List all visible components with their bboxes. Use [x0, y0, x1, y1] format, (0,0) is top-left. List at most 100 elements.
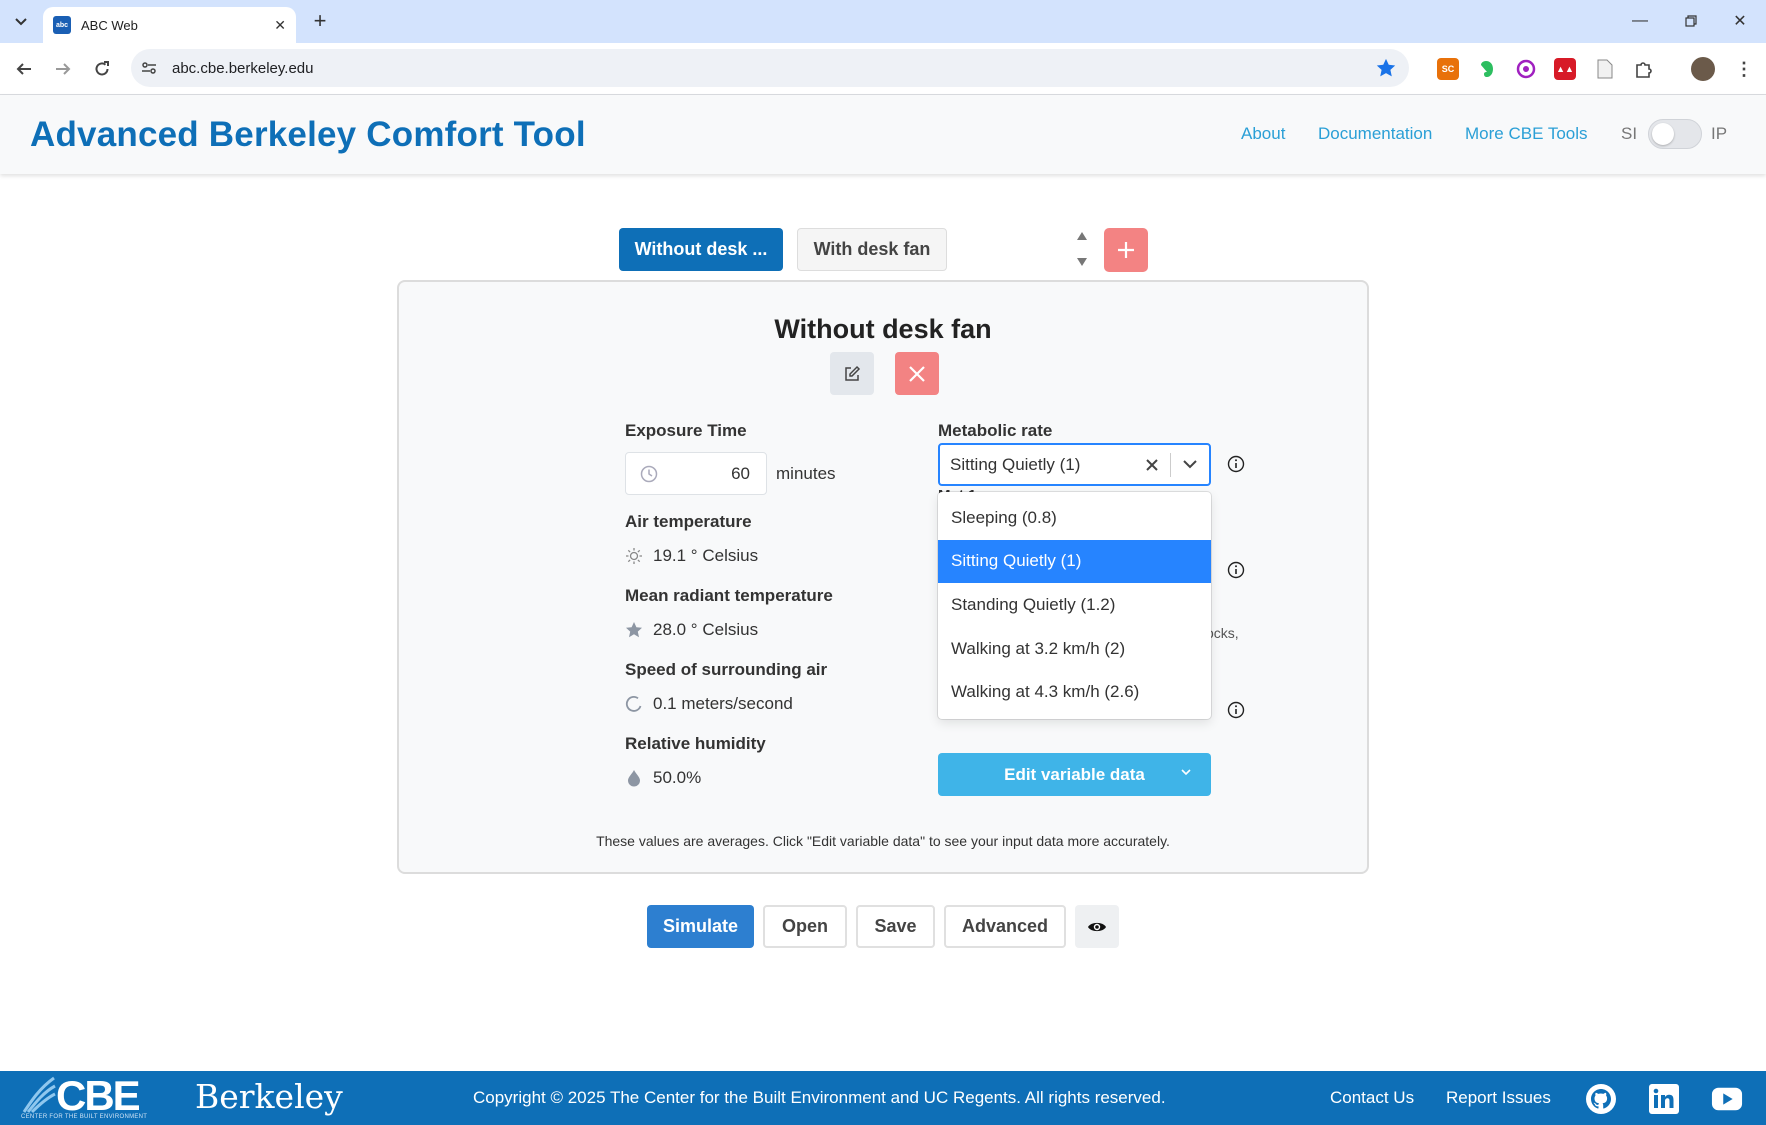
tab-close-icon[interactable]: ✕ — [274, 17, 286, 34]
plus-icon — [1118, 242, 1134, 258]
mean-radiant-temperature-value: 28.0 ° Celsius — [653, 620, 759, 639]
profile-avatar[interactable] — [1691, 57, 1715, 81]
save-button[interactable]: Save — [856, 905, 935, 948]
browser-tab[interactable]: abc ABC Web ✕ — [43, 7, 296, 43]
address-bar[interactable]: abc.cbe.berkeley.edu — [131, 49, 1409, 87]
scroll-up-icon[interactable] — [1076, 231, 1088, 241]
cbe-logo-text: CBE — [56, 1072, 141, 1119]
tab-title: ABC Web — [81, 17, 138, 33]
site-settings-icon[interactable] — [139, 58, 159, 78]
menu-option-sitting-quietly[interactable]: Sitting Quietly (1) — [938, 539, 1211, 584]
info-icon[interactable] — [1227, 455, 1245, 473]
forward-button[interactable] — [49, 55, 77, 83]
extensions-puzzle-icon[interactable] — [1633, 58, 1655, 80]
chevron-down-icon[interactable] — [1171, 445, 1209, 484]
toggle-view-button[interactable] — [1075, 905, 1119, 948]
air-temperature-field: 19.1 ° Celsius — [625, 546, 758, 566]
clear-selection-icon[interactable] — [1134, 445, 1170, 484]
extension-red-icon[interactable]: ▲▲ — [1554, 58, 1576, 80]
close-icon — [909, 365, 925, 382]
browser-toolbar: abc.cbe.berkeley.edu SC ▲▲ ⋮ — [0, 43, 1766, 95]
reload-icon — [95, 61, 109, 76]
sun-icon — [625, 547, 643, 565]
close-window-button[interactable]: ✕ — [1725, 8, 1755, 34]
cbe-logo[interactable]: CBE CENTER FOR THE BUILT ENVIRONMENT — [20, 1072, 155, 1122]
nav-more-cbe-tools[interactable]: More CBE Tools — [1465, 124, 1588, 144]
mean-radiant-temperature-field: 28.0 ° Celsius — [625, 620, 758, 640]
extension-doc-icon[interactable] — [1594, 58, 1616, 80]
linkedin-icon[interactable] — [1648, 1083, 1680, 1115]
averages-note: These values are averages. Click "Edit v… — [596, 833, 1170, 849]
edit-variable-data-label: Edit variable data — [1004, 764, 1145, 784]
chevron-down-icon — [15, 18, 27, 26]
scenario-tab-with-desk-fan[interactable]: With desk fan — [797, 228, 947, 271]
restore-button[interactable] — [1676, 8, 1706, 34]
extension-purple-icon[interactable] — [1515, 58, 1537, 80]
metabolic-rate-dropdown-menu: Sleeping (0.8) Sitting Quietly (1) Stand… — [938, 492, 1211, 719]
eye-icon — [1088, 922, 1106, 931]
scenario-tab-without-desk-fan[interactable]: Without desk ... — [619, 228, 783, 271]
open-button[interactable]: Open — [763, 905, 847, 948]
edit-scenario-button[interactable] — [830, 352, 874, 395]
advanced-button[interactable]: Advanced — [944, 905, 1066, 948]
exposure-time-value[interactable]: 60 — [658, 464, 750, 484]
mean-radiant-temperature-label: Mean radiant temperature — [625, 586, 833, 605]
menu-option-walking-3-2[interactable]: Walking at 3.2 km/h (2) — [938, 627, 1211, 671]
reload-button[interactable] — [88, 55, 116, 83]
scroll-down-icon[interactable] — [1076, 257, 1088, 267]
star-fill-icon — [625, 621, 643, 639]
arrow-left-icon — [16, 63, 31, 75]
extension-sc-icon[interactable]: SC — [1437, 58, 1459, 80]
extension-evernote-icon[interactable] — [1476, 58, 1498, 80]
app-header: Advanced Berkeley Comfort Tool About Doc… — [0, 95, 1766, 174]
clock-icon — [640, 465, 658, 482]
browser-menu-icon[interactable]: ⋮ — [1733, 58, 1755, 80]
app-title[interactable]: Advanced Berkeley Comfort Tool — [30, 115, 586, 155]
report-issues-link[interactable]: Report Issues — [1446, 1088, 1551, 1108]
edit-variable-data-button[interactable]: Edit variable data — [938, 753, 1211, 796]
add-scenario-button[interactable] — [1104, 228, 1148, 272]
menu-option-walking-4-3[interactable]: Walking at 4.3 km/h (2.6) — [938, 670, 1211, 714]
air-speed-label: Speed of surrounding air — [625, 660, 828, 679]
back-button[interactable] — [10, 55, 38, 83]
pencil-icon — [845, 365, 861, 381]
youtube-icon[interactable] — [1711, 1083, 1743, 1115]
berkeley-logo[interactable]: Berkeley — [195, 1077, 343, 1116]
github-icon[interactable] — [1585, 1083, 1617, 1115]
relative-humidity-label: Relative humidity — [625, 734, 766, 753]
exposure-time-input[interactable]: 60 — [625, 452, 767, 495]
tab-search-button[interactable] — [8, 9, 34, 35]
cbe-logo-subtitle: CENTER FOR THE BUILT ENVIRONMENT — [21, 1114, 148, 1120]
bookmark-star-icon[interactable] — [1375, 57, 1397, 79]
unit-toggle[interactable] — [1648, 119, 1702, 149]
arrow-right-icon — [56, 63, 71, 75]
minimize-button[interactable]: — — [1625, 8, 1655, 34]
air-temperature-value: 19.1 ° Celsius — [653, 546, 759, 565]
contact-us-link[interactable]: Contact Us — [1330, 1088, 1414, 1108]
exposure-unit: minutes — [776, 464, 836, 483]
scenario-title: Without desk fan — [774, 314, 992, 344]
nav-about[interactable]: About — [1241, 124, 1285, 144]
info-icon[interactable] — [1227, 561, 1245, 579]
toggle-knob — [1652, 123, 1674, 145]
menu-option-standing-quietly[interactable]: Standing Quietly (1.2) — [938, 583, 1211, 627]
relative-humidity-value: 50.0% — [653, 768, 702, 787]
metabolic-rate-label: Metabolic rate — [938, 421, 1053, 440]
droplet-icon — [625, 769, 643, 787]
metabolic-rate-selected[interactable]: Sitting Quietly (1) — [940, 455, 1134, 475]
footer: CBE CENTER FOR THE BUILT ENVIRONMENT Ber… — [0, 1071, 1766, 1125]
url-text[interactable]: abc.cbe.berkeley.edu — [172, 60, 1375, 77]
unit-ip-label: IP — [1711, 124, 1728, 143]
menu-option-sleeping[interactable]: Sleeping (0.8) — [938, 496, 1211, 540]
relative-humidity-field: 50.0% — [625, 768, 701, 788]
nav-documentation[interactable]: Documentation — [1318, 124, 1432, 144]
copyright-text: Copyright © 2025 The Center for the Buil… — [473, 1088, 1166, 1107]
info-icon[interactable] — [1227, 701, 1245, 719]
browser-tabstrip: abc ABC Web ✕ + — ✕ — [0, 0, 1766, 43]
air-speed-field: 0.1 meters/second — [625, 694, 793, 714]
metabolic-rate-select[interactable]: Sitting Quietly (1) — [938, 443, 1211, 486]
new-tab-button[interactable]: + — [308, 10, 332, 34]
delete-scenario-button[interactable] — [895, 352, 939, 395]
restore-icon — [1685, 15, 1697, 27]
simulate-button[interactable]: Simulate — [647, 905, 754, 948]
